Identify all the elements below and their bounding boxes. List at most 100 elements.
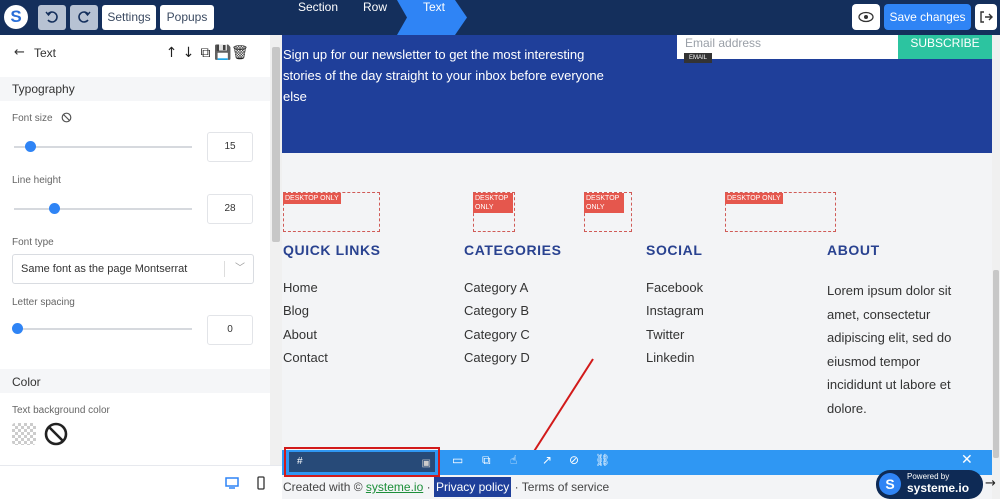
social-item[interactable]: Instagram: [646, 303, 704, 318]
link-url-input[interactable]: # ▣: [289, 452, 435, 472]
desktop-only-tag: DESKTOP ONLY: [283, 193, 341, 204]
canvas-scrollbar[interactable]: [992, 35, 1000, 499]
line-height-label: Line height: [12, 175, 61, 186]
desktop-only-tag: DESKTOP ONLY: [584, 193, 624, 213]
redo-icon: [78, 11, 91, 23]
move-up-icon[interactable]: ↑: [163, 45, 180, 61]
typography-title: Typography: [12, 82, 75, 96]
font-size-input[interactable]: 15: [207, 132, 253, 162]
no-link-icon[interactable]: ⊘: [569, 453, 579, 467]
save-changes-button[interactable]: Save changes: [884, 4, 971, 30]
footer-separator: ·: [426, 480, 431, 494]
reset-icon[interactable]: [61, 112, 72, 123]
popups-button[interactable]: Popups: [160, 5, 214, 30]
systeme-badge-logo: S: [879, 473, 901, 495]
trash-icon[interactable]: 🗑: [231, 45, 249, 61]
letter-spacing-label: Letter spacing: [12, 297, 75, 308]
letter-spacing-slider-handle[interactable]: [12, 323, 23, 334]
exit-icon: [980, 11, 993, 23]
category-item[interactable]: Category B: [464, 303, 529, 318]
panel-header: ← Text ↑ ↓ ⧉ 💾🗑: [0, 35, 270, 80]
line-height-slider-handle[interactable]: [49, 203, 60, 214]
font-type-select[interactable]: Same font as the page Montserrat ﹀: [12, 254, 254, 284]
mobile-icon[interactable]: [257, 476, 265, 490]
quick-link-item[interactable]: Blog: [283, 303, 309, 318]
systeme-logo[interactable]: S: [4, 5, 28, 29]
quick-link-item[interactable]: About: [283, 327, 317, 342]
font-type-value: Same font as the page Montserrat: [21, 263, 188, 275]
quick-link-item[interactable]: Contact: [283, 350, 328, 365]
text-bg-color-label: Text background color: [12, 405, 110, 416]
page-canvas: Sign up for our newsletter to get the mo…: [282, 35, 1000, 499]
font-size-slider-track[interactable]: [14, 146, 192, 148]
powered-by-badge[interactable]: S Powered by systeme.io: [876, 470, 983, 499]
unlink-icon[interactable]: ⛓: [595, 453, 610, 467]
letter-spacing-slider-track[interactable]: [14, 328, 192, 330]
systeme-link[interactable]: systeme.io: [366, 480, 423, 494]
panel-title: Text: [34, 46, 57, 60]
quick-links-heading[interactable]: QUICK LINKS: [283, 242, 381, 258]
social-item[interactable]: Facebook: [646, 280, 703, 295]
desktop-icon[interactable]: [225, 477, 239, 489]
chevron-down-icon: ﹀: [235, 263, 245, 274]
font-size-slider-handle[interactable]: [25, 141, 36, 152]
external-link-icon[interactable]: ↗: [542, 453, 552, 467]
save-block-icon[interactable]: 💾: [214, 45, 231, 61]
hand-pointer-icon[interactable]: ☝: [510, 453, 517, 467]
category-item[interactable]: Category C: [464, 327, 530, 342]
footer-separator: ·: [514, 480, 519, 494]
social-item[interactable]: Twitter: [646, 327, 684, 342]
subscribe-button[interactable]: SUBSCRIBE: [898, 35, 992, 59]
desktop-only-tag: DESKTOP ONLY: [473, 193, 513, 213]
breadcrumb-section[interactable]: Section: [298, 0, 338, 35]
font-size-label: Font size: [12, 113, 53, 124]
powered-by-text: Powered by: [907, 472, 950, 481]
terms-link[interactable]: Terms of service: [522, 480, 609, 494]
link-url-highlight: # ▣: [284, 447, 440, 477]
social-heading[interactable]: SOCIAL: [646, 242, 703, 258]
close-toolbar-icon[interactable]: ✕: [961, 452, 973, 468]
line-height-slider-track[interactable]: [14, 208, 192, 210]
color-title: Color: [12, 375, 41, 389]
font-type-label: Font type: [12, 237, 54, 248]
undo-button[interactable]: [38, 5, 66, 30]
created-with-text: Created with ©: [283, 480, 363, 494]
breadcrumb-text-active[interactable]: Text: [397, 0, 467, 35]
letter-spacing-input[interactable]: 0: [207, 315, 253, 345]
copy-icon[interactable]: ⧉: [482, 453, 491, 468]
exit-button[interactable]: [975, 4, 997, 30]
desktop-only-tag: DESKTOP ONLY: [725, 193, 783, 204]
categories-heading[interactable]: CATEGORIES: [464, 242, 562, 258]
breadcrumb-row[interactable]: Row: [363, 0, 387, 35]
top-toolbar: S Settings Popups Section Row Text Save …: [0, 0, 1000, 35]
arrow-right-icon[interactable]: →: [985, 476, 996, 491]
settings-button[interactable]: Settings: [102, 5, 156, 30]
newsletter-text[interactable]: Sign up for our newsletter to get the mo…: [283, 44, 623, 107]
link-url-value: #: [297, 456, 303, 467]
preview-button[interactable]: [852, 4, 880, 30]
privacy-policy-link[interactable]: Privacy policy: [433, 477, 512, 497]
about-text[interactable]: Lorem ipsum dolor sit amet, consectetur …: [827, 279, 977, 420]
panel-actions: ↑ ↓ ⧉ 💾🗑: [163, 42, 249, 61]
breadcrumb-text-label: Text: [423, 0, 446, 14]
select-divider: [224, 261, 225, 277]
move-down-icon[interactable]: ↓: [180, 45, 197, 61]
social-item[interactable]: Linkedin: [646, 350, 694, 365]
back-arrow-icon[interactable]: ←: [14, 45, 25, 60]
redo-button[interactable]: [70, 5, 98, 30]
email-field-tag: EMAIL: [684, 53, 712, 63]
canvas-scrollbar-thumb[interactable]: [993, 270, 999, 458]
panel-scrollbar[interactable]: [270, 35, 282, 465]
quick-link-item[interactable]: Home: [283, 280, 318, 295]
powered-brand-text: systeme.io: [907, 481, 970, 495]
about-heading[interactable]: ABOUT: [827, 242, 880, 258]
link-page-icon[interactable]: ▭: [452, 453, 463, 467]
category-item[interactable]: Category A: [464, 280, 528, 295]
panel-scrollbar-thumb[interactable]: [272, 47, 280, 242]
save-link-icon[interactable]: ▣: [422, 454, 431, 474]
undo-icon: [45, 11, 58, 23]
no-color-icon[interactable]: [44, 422, 68, 446]
duplicate-icon[interactable]: ⧉: [197, 45, 214, 61]
transparent-swatch-icon[interactable]: [12, 423, 36, 445]
line-height-input[interactable]: 28: [207, 194, 253, 224]
